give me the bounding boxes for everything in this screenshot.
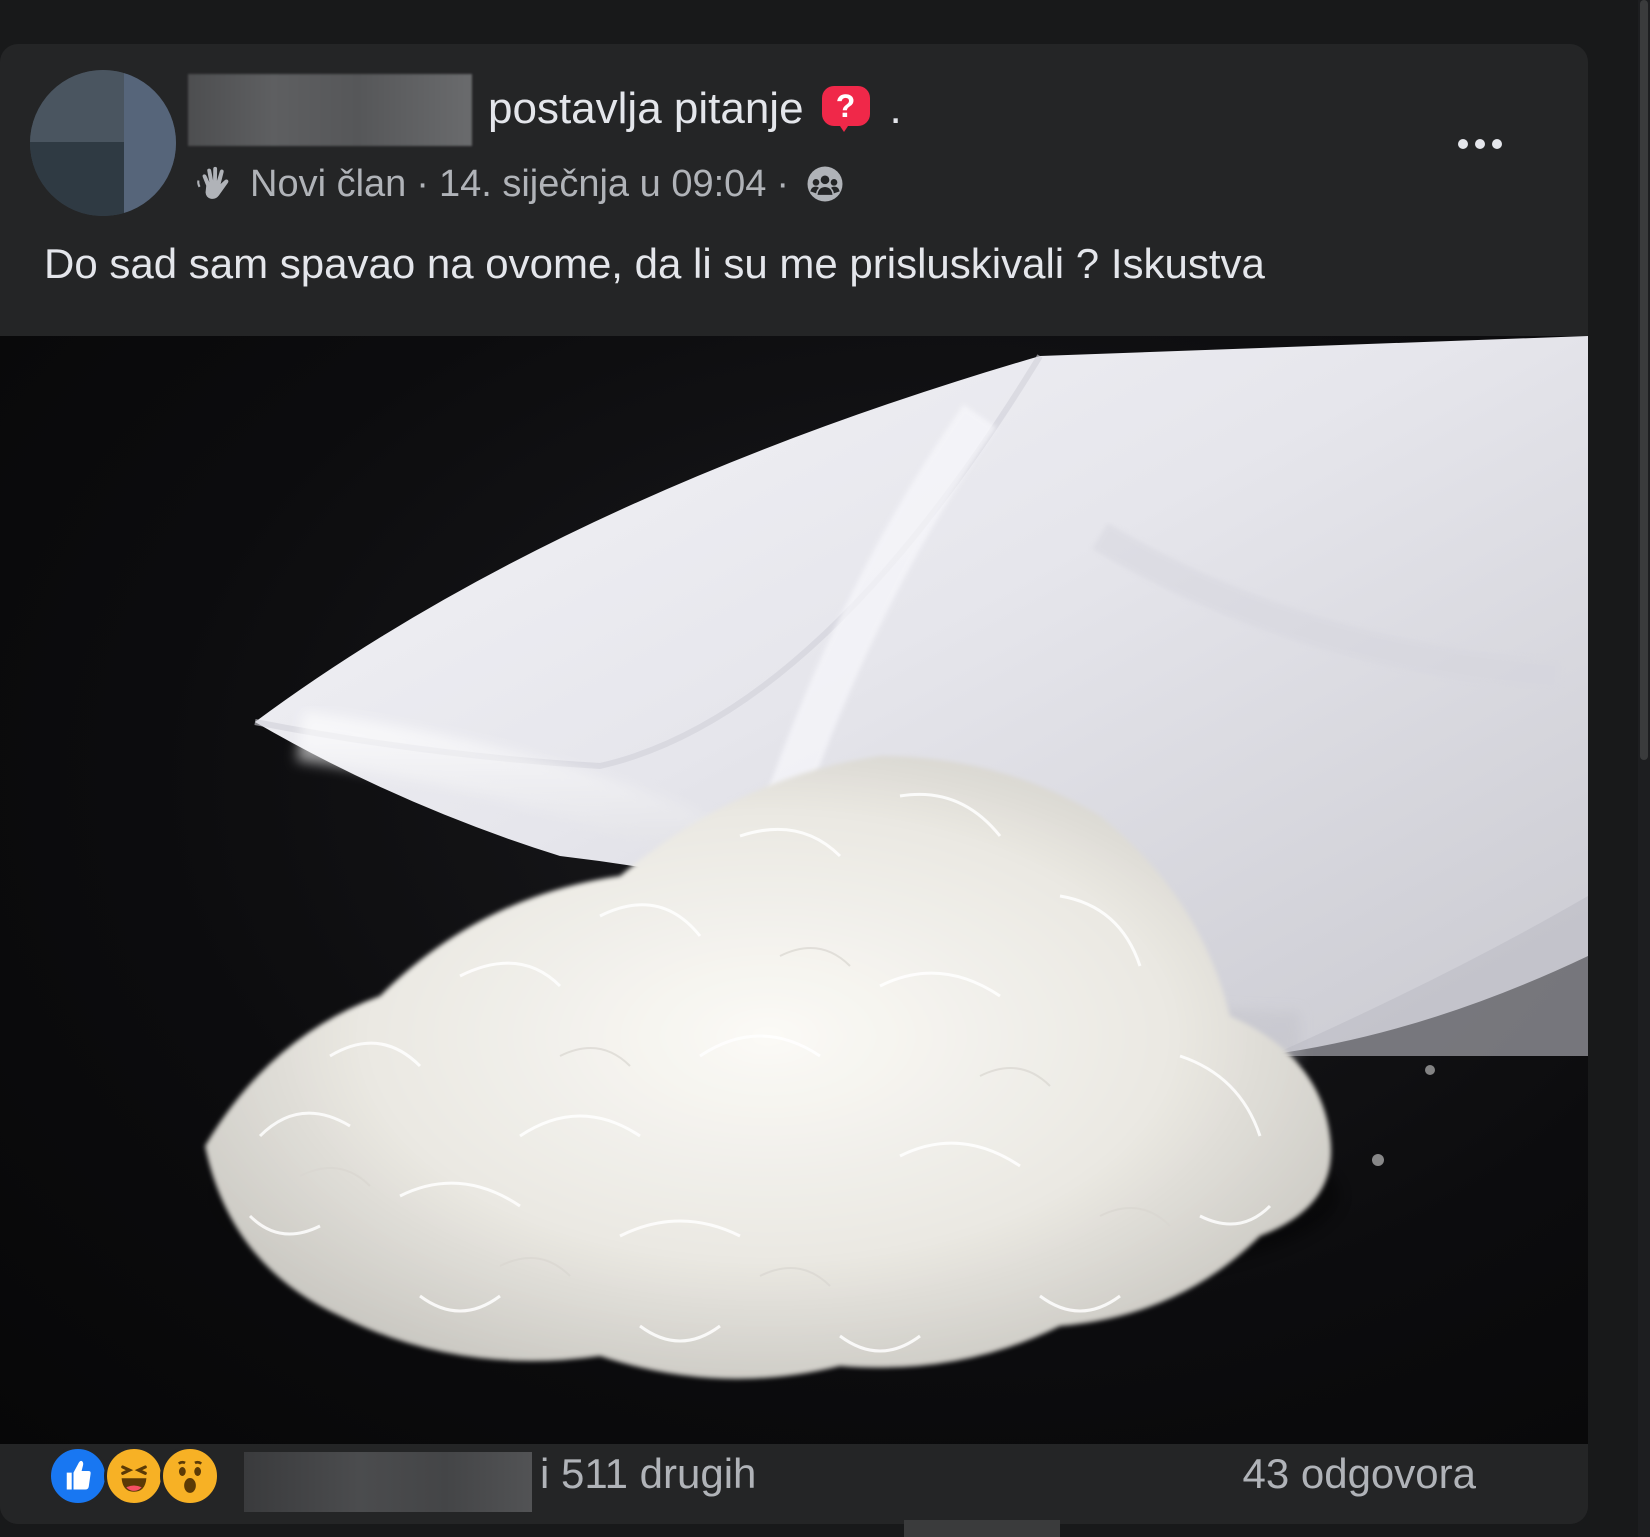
more-dot-icon (1458, 139, 1468, 149)
header-trailing-dot: . (889, 84, 902, 133)
scrollbar-thumb[interactable] (1640, 0, 1648, 760)
post-card: postavlja pitanje ? . Novi član · 14. si… (0, 44, 1588, 1524)
post-timestamp[interactable]: 14. siječnja u 09:04 (439, 163, 766, 206)
waving-hand-icon (197, 166, 229, 199)
more-dot-icon (1492, 139, 1502, 149)
post-photo[interactable] (0, 336, 1588, 1444)
member-status: Novi član (250, 162, 407, 205)
more-dot-icon (1475, 139, 1485, 149)
question-badge-icon: ? (821, 86, 872, 132)
page-scrollbar[interactable] (1638, 0, 1650, 1537)
pillow-with-feathers-image (205, 336, 1588, 1379)
more-options-button[interactable] (1448, 124, 1512, 164)
post-header: postavlja pitanje ? . (488, 78, 902, 140)
meta-separator: · (416, 162, 429, 205)
author-action-text: postavlja pitanje (488, 84, 804, 133)
post-text: Do sad sam spavao na ovome, da li su me … (44, 240, 1265, 287)
haha-icon (104, 1446, 164, 1506)
reactor-name-redacted[interactable] (244, 1452, 532, 1512)
post-meta: Novi član · 14. siječnja u 09:04 · (194, 156, 845, 212)
others-count[interactable]: i 511 drugih (540, 1450, 756, 1498)
author-name-redacted[interactable] (188, 74, 472, 146)
group-members-icon[interactable] (805, 164, 845, 204)
next-post-edge (904, 1520, 1060, 1537)
post-footer: i 511 drugih 43 odgovora (0, 1444, 1588, 1524)
question-badge-glyph: ? (835, 88, 856, 124)
reactions-summary[interactable] (48, 1446, 228, 1510)
author-avatar[interactable] (30, 70, 176, 216)
meta-separator: · (776, 162, 790, 205)
answers-count[interactable]: 43 odgovora (1242, 1450, 1476, 1498)
like-icon (48, 1446, 108, 1506)
wow-icon (160, 1446, 220, 1506)
